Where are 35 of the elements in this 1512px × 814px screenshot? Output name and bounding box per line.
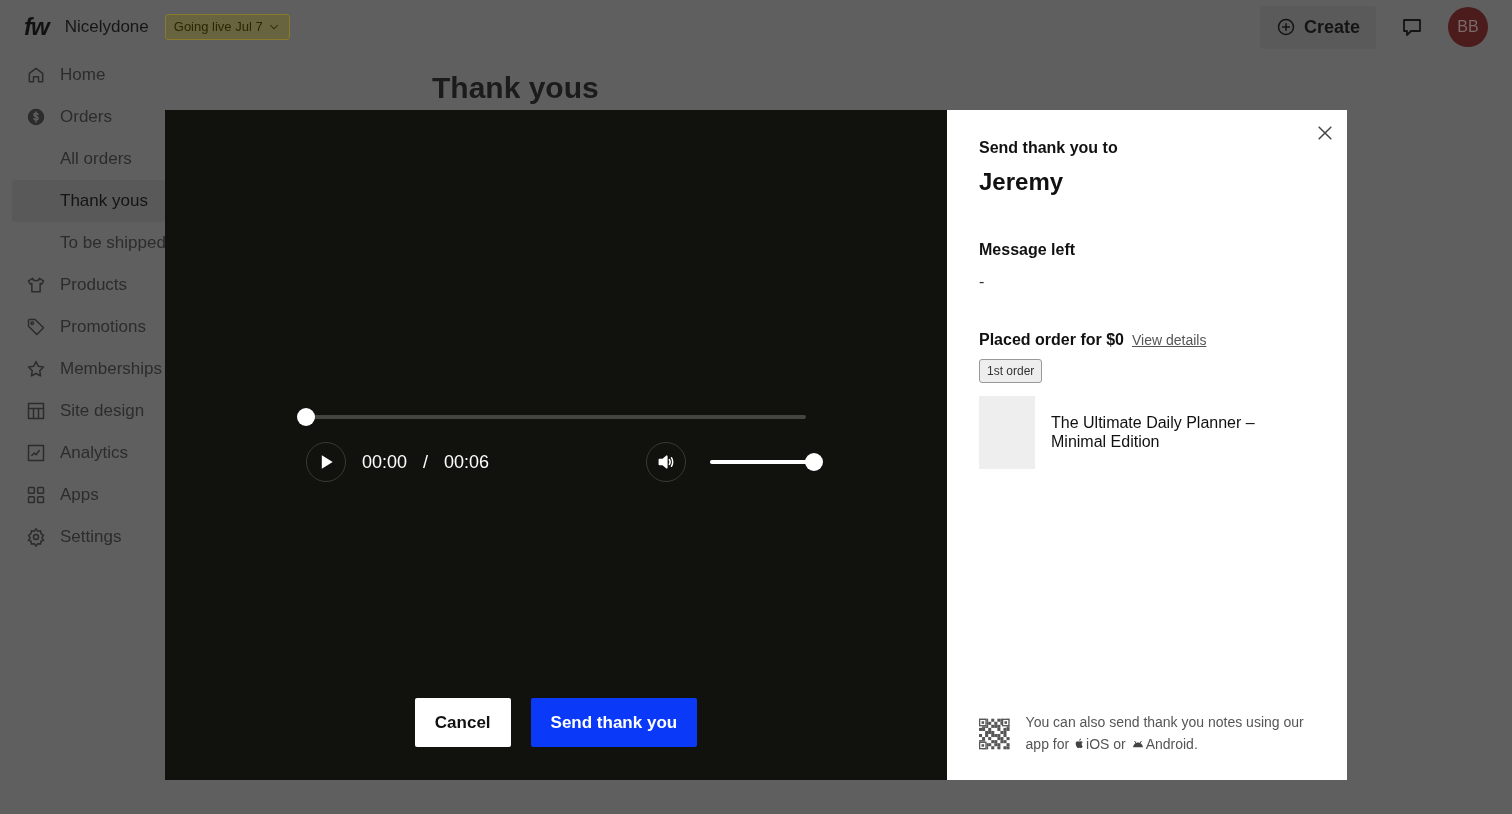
app-logo: fw xyxy=(24,12,49,42)
apps-grid-icon xyxy=(26,485,46,505)
time-separator: / xyxy=(423,450,429,474)
shirt-icon xyxy=(26,275,46,295)
product-title: The Ultimate Daily Planner – Minimal Edition xyxy=(1051,414,1256,451)
send-button[interactable]: Send thank you xyxy=(530,697,698,747)
star-icon xyxy=(26,359,46,379)
section-label: Message left xyxy=(979,240,1077,260)
plus-circle-icon xyxy=(1275,17,1296,37)
volume-thumb[interactable] xyxy=(805,453,823,471)
settings-icon xyxy=(26,527,46,547)
status-dropdown[interactable]: Going live Jul 7 xyxy=(164,14,290,40)
layout-icon xyxy=(26,401,46,421)
store-name: Nicelydone xyxy=(64,16,149,39)
current-time: 00:00 xyxy=(362,450,408,474)
order-tag: 1st order xyxy=(979,359,1043,383)
view-details-link[interactable]: View details xyxy=(1131,330,1207,351)
dollar-icon xyxy=(26,107,46,127)
recipient-name: Jeremy xyxy=(979,167,1065,197)
chart-icon xyxy=(26,443,46,463)
duration: 00:06 xyxy=(444,450,490,474)
ios-link[interactable]: iOS xyxy=(1086,736,1110,752)
android-link[interactable]: Android xyxy=(1145,736,1194,752)
app-note: You can also send thank you notes using our app for iOS or Android. xyxy=(1025,713,1305,754)
tag-icon xyxy=(26,317,46,337)
progress-thumb[interactable] xyxy=(297,408,315,426)
home-icon xyxy=(26,65,46,85)
cancel-button[interactable]: Cancel xyxy=(414,697,511,747)
create-button[interactable]: Create xyxy=(1259,5,1376,49)
sidebar-subitem[interactable]: Thank yous xyxy=(12,180,165,222)
order-summary: Placed order for $0 xyxy=(979,330,1124,350)
page-title: Thank yous xyxy=(432,70,600,106)
user-avatar[interactable]: BB xyxy=(1448,7,1488,47)
dialog-heading: Send thank you to xyxy=(979,138,1119,158)
message-text: - xyxy=(979,272,986,292)
